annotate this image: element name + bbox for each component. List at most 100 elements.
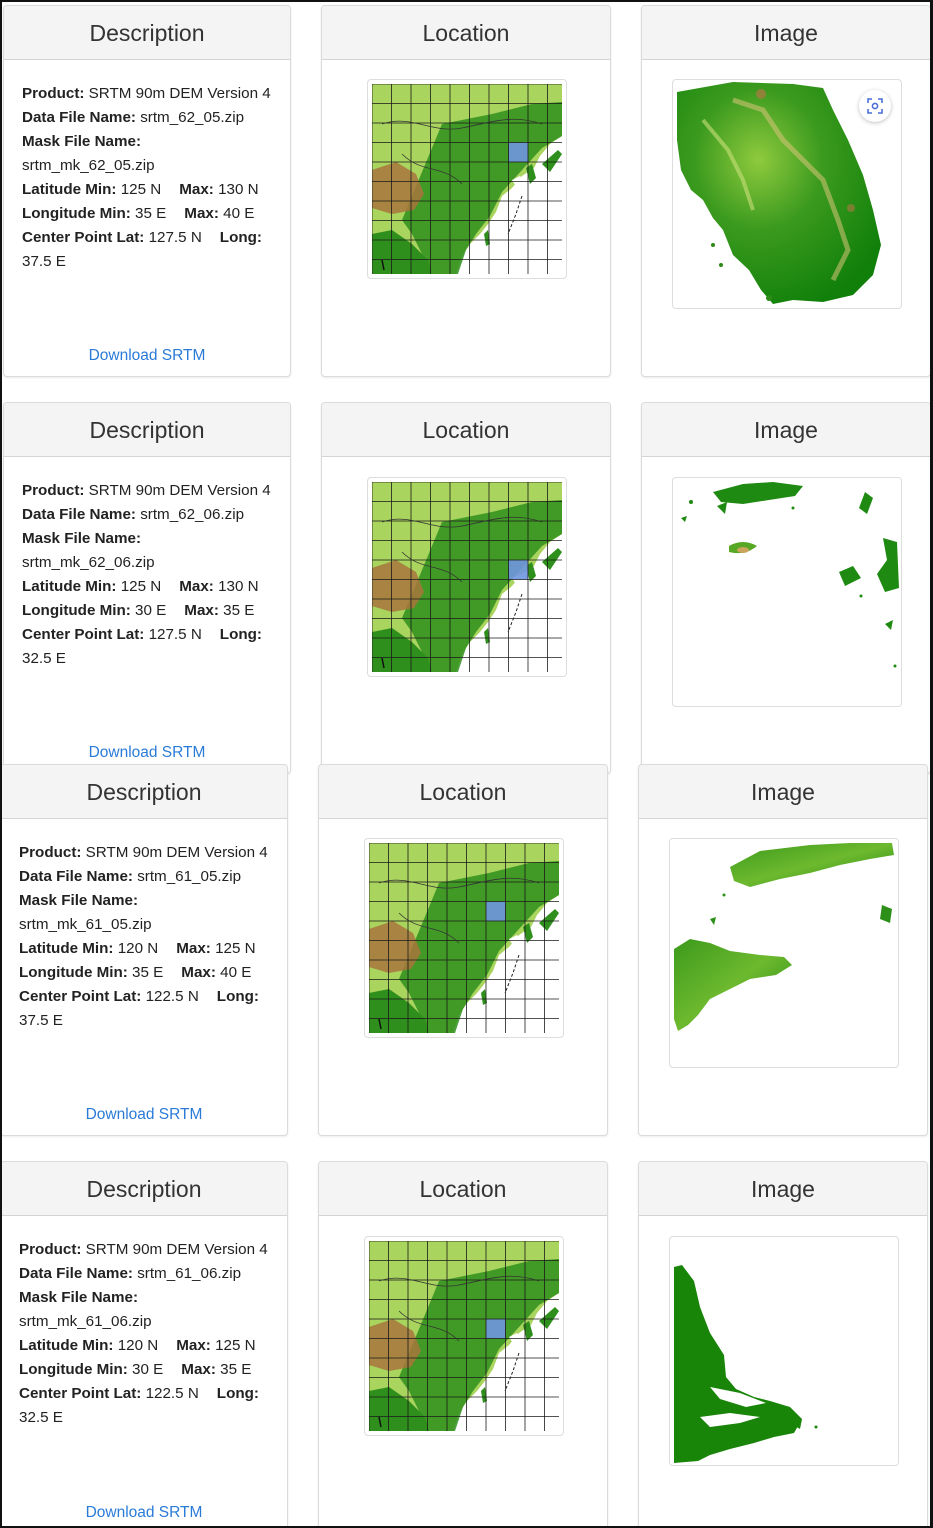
location-map-thumbnail[interactable] — [364, 838, 564, 1038]
data-file-label: Data File Name: — [19, 1265, 133, 1282]
mask-file-value: srtm_mk_61_06.zip — [19, 1313, 152, 1330]
location-card: Location — [318, 1161, 608, 1528]
latitude-min-label: Latitude Min: — [19, 940, 114, 957]
description-body: Product: SRTM 90m DEM Version 4 Data Fil… — [4, 457, 290, 671]
image-card: Image — [641, 402, 931, 774]
dem-preview-image[interactable] — [669, 838, 899, 1068]
latitude-min-label: Latitude Min: — [19, 1337, 114, 1354]
mask-file-label: Mask File Name: — [19, 1289, 139, 1306]
product-value: SRTM 90m DEM Version 4 — [88, 85, 271, 102]
description-body: Product: SRTM 90m DEM Version 4 Data Fil… — [4, 60, 290, 274]
latitude-max-label: Max: — [176, 1337, 211, 1354]
longitude-min-value: 35 E — [135, 205, 167, 222]
center-lat-label: Center Point Lat: — [22, 626, 145, 643]
mask-file-value: srtm_mk_62_05.zip — [22, 157, 155, 174]
center-lat-label: Center Point Lat: — [19, 1385, 142, 1402]
center-long-value: 37.5 E — [22, 253, 66, 270]
data-file-label: Data File Name: — [22, 506, 136, 523]
image-header: Image — [642, 403, 930, 457]
location-grid-map — [369, 843, 559, 1033]
dem-korea-south-image — [681, 482, 899, 668]
image-header: Image — [639, 1162, 927, 1216]
location-map-thumbnail[interactable] — [367, 477, 567, 677]
data-file-value: srtm_61_05.zip — [137, 868, 242, 885]
longitude-min-label: Longitude Min: — [22, 602, 131, 619]
mask-file-value: srtm_mk_61_05.zip — [19, 916, 152, 933]
download-srtm-link[interactable]: Download SRTM — [1, 1504, 287, 1522]
download-srtm-link[interactable]: Download SRTM — [4, 347, 290, 365]
location-card: Location — [321, 5, 611, 377]
longitude-max-label: Max: — [181, 964, 216, 981]
product-value: SRTM 90m DEM Version 4 — [85, 1241, 268, 1258]
longitude-min-label: Longitude Min: — [19, 964, 128, 981]
image-card: Image — [641, 5, 931, 377]
product-label: Product: — [19, 844, 82, 861]
dem-bohai-image — [674, 843, 894, 1031]
center-lat-label: Center Point Lat: — [22, 229, 145, 246]
dem-preview-image[interactable] — [669, 1236, 899, 1466]
latitude-max-value: 125 N — [215, 1337, 256, 1354]
latitude-max-label: Max: — [179, 578, 214, 595]
focus-zoom-icon[interactable] — [859, 90, 891, 122]
latitude-min-label: Latitude Min: — [22, 578, 117, 595]
location-map-thumbnail[interactable] — [367, 79, 567, 279]
image-card: Image — [638, 764, 928, 1136]
center-long-label: Long: — [219, 229, 262, 246]
mask-file-label: Mask File Name: — [19, 892, 139, 909]
longitude-min-value: 30 E — [135, 602, 167, 619]
latitude-min-value: 120 N — [117, 1337, 159, 1354]
longitude-max-value: 40 E — [223, 205, 255, 222]
data-file-value: srtm_62_06.zip — [140, 506, 245, 523]
center-lat-label: Center Point Lat: — [19, 988, 142, 1005]
location-header: Location — [322, 403, 610, 457]
description-card: Description Product: SRTM 90m DEM Versio… — [3, 402, 291, 774]
product-label: Product: — [22, 482, 85, 499]
dem-preview-image[interactable] — [672, 79, 902, 309]
description-header: Description — [1, 765, 287, 819]
center-long-value: 32.5 E — [22, 650, 66, 667]
center-long-value: 32.5 E — [19, 1409, 63, 1426]
center-lat-value: 122.5 N — [145, 988, 199, 1005]
description-body: Product: SRTM 90m DEM Version 4 Data Fil… — [1, 819, 287, 1033]
mask-file-label: Mask File Name: — [22, 530, 142, 547]
download-srtm-link[interactable]: Download SRTM — [4, 744, 290, 762]
center-lat-value: 122.5 N — [145, 1385, 199, 1402]
latitude-min-value: 125 N — [120, 578, 162, 595]
location-card: Location — [321, 402, 611, 774]
product-value: SRTM 90m DEM Version 4 — [85, 844, 268, 861]
center-lat-value: 127.5 N — [148, 626, 202, 643]
location-card: Location — [318, 764, 608, 1136]
longitude-min-label: Longitude Min: — [22, 205, 131, 222]
center-long-label: Long: — [216, 1385, 259, 1402]
product-label: Product: — [22, 85, 85, 102]
dem-preview-image[interactable] — [672, 477, 902, 707]
mask-file-label: Mask File Name: — [22, 133, 142, 150]
image-header: Image — [639, 765, 927, 819]
latitude-min-value: 125 N — [120, 181, 162, 198]
center-lat-value: 127.5 N — [148, 229, 202, 246]
longitude-min-value: 35 E — [132, 964, 164, 981]
location-grid-map — [372, 482, 562, 672]
location-header: Location — [322, 6, 610, 60]
center-long-label: Long: — [216, 988, 259, 1005]
longitude-max-value: 40 E — [220, 964, 252, 981]
description-header: Description — [1, 1162, 287, 1216]
download-srtm-link[interactable]: Download SRTM — [1, 1106, 287, 1124]
location-map-thumbnail[interactable] — [364, 1236, 564, 1436]
center-long-label: Long: — [219, 626, 262, 643]
longitude-max-value: 35 E — [220, 1361, 252, 1378]
description-card: Description Product: SRTM 90m DEM Versio… — [3, 5, 291, 377]
location-header: Location — [319, 1162, 607, 1216]
location-grid-map — [369, 1241, 559, 1431]
data-file-label: Data File Name: — [22, 109, 136, 126]
product-value: SRTM 90m DEM Version 4 — [88, 482, 271, 499]
latitude-min-value: 120 N — [117, 940, 159, 957]
longitude-max-label: Max: — [184, 205, 219, 222]
latitude-max-value: 130 N — [218, 578, 259, 595]
dem-yellow-sea-image — [674, 1265, 818, 1463]
data-file-value: srtm_62_05.zip — [140, 109, 245, 126]
description-body: Product: SRTM 90m DEM Version 4 Data Fil… — [1, 1216, 287, 1430]
product-label: Product: — [19, 1241, 82, 1258]
location-grid-map — [372, 84, 562, 274]
description-card: Description Product: SRTM 90m DEM Versio… — [0, 1161, 288, 1528]
